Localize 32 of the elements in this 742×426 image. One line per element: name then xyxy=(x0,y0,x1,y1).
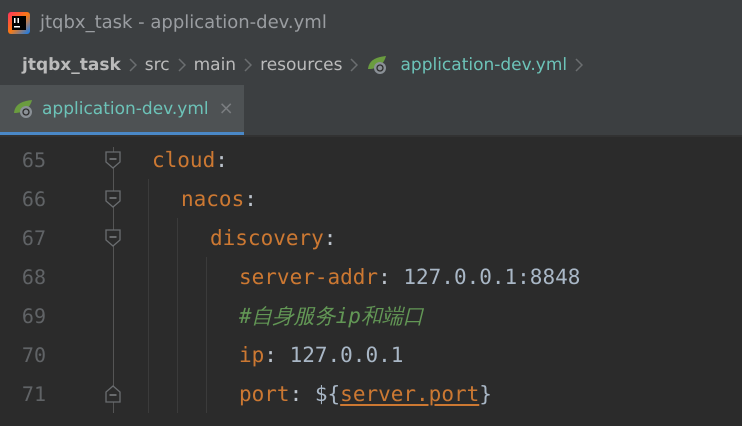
line-number: 71 xyxy=(20,382,46,406)
line-number: 70 xyxy=(20,342,46,366)
fold-marker-icon[interactable] xyxy=(105,190,121,208)
breadcrumb-item[interactable]: resources xyxy=(260,55,342,75)
chevron-right-icon xyxy=(575,58,584,72)
code-line: port: ${server.port} xyxy=(238,380,492,408)
line-number: 69 xyxy=(20,304,46,328)
line-number: 68 xyxy=(20,264,46,288)
file-tab[interactable]: application-dev.yml × xyxy=(0,85,244,135)
line-number: 67 xyxy=(20,226,46,250)
chevron-right-icon xyxy=(244,58,252,72)
window-title: jtqbx_task - application-dev.yml xyxy=(40,12,327,33)
chevron-right-icon xyxy=(350,58,358,72)
breadcrumb-item[interactable]: jtqbx_task xyxy=(22,55,121,75)
code-line: cloud: xyxy=(151,146,228,174)
fold-marker-icon[interactable] xyxy=(105,228,121,246)
fold-marker-icon[interactable] xyxy=(105,150,121,168)
chevron-right-icon xyxy=(128,58,137,72)
code-line: nacos: xyxy=(180,186,257,212)
breadcrumb-item[interactable]: src xyxy=(144,55,170,75)
chevron-right-icon xyxy=(178,58,186,72)
code-line: server-addr: 127.0.0.1:8848 xyxy=(238,264,580,290)
code-line: #自身服务ip和端口 xyxy=(238,302,424,330)
line-number: 65 xyxy=(20,148,46,172)
tab-label: application-dev.yml xyxy=(42,98,209,118)
app-logo-icon xyxy=(8,12,30,34)
code-line: ip: 127.0.0.1 xyxy=(238,342,404,368)
code-line: discovery: xyxy=(209,224,336,252)
line-number: 66 xyxy=(20,186,46,210)
breadcrumb-item[interactable]: application-dev.yml xyxy=(400,55,568,75)
fold-marker-icon[interactable] xyxy=(105,384,121,402)
breadcrumb-item[interactable]: main xyxy=(194,55,236,75)
